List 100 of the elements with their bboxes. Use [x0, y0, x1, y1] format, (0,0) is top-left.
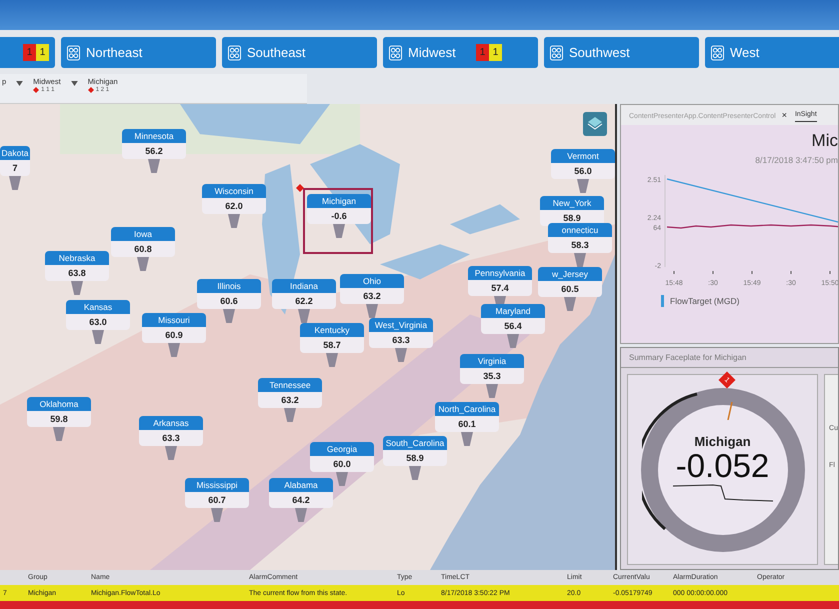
gauge-value: -0.052 — [676, 448, 770, 482]
pin-pointer-icon — [486, 384, 498, 398]
state-name[interactable]: Wisconsin — [202, 184, 266, 198]
alarm-count-badge: 1 — [23, 44, 36, 61]
state-name[interactable]: Indiana — [272, 279, 336, 293]
pin-pointer-icon — [366, 304, 378, 318]
alarm-count-badge: 1 — [476, 44, 489, 61]
gauge-name: Michigan — [694, 434, 751, 448]
state-value: 62.0 — [202, 198, 266, 214]
region-tab[interactable]: Southwest — [544, 37, 699, 68]
caret-icon[interactable] — [70, 81, 78, 86]
state-value: 58.9 — [383, 450, 447, 466]
state-name[interactable]: New_York — [540, 196, 604, 210]
layers-button[interactable] — [583, 112, 607, 136]
pin-pointer-icon — [395, 348, 407, 362]
state-value: 56.0 — [551, 163, 615, 179]
trend-title: Mic — [812, 131, 838, 151]
state-name[interactable]: Missouri — [142, 313, 206, 327]
legend-label: FlowTarget (MGD) — [670, 296, 740, 306]
pin-pointer-icon — [507, 334, 519, 348]
state-name[interactable]: Oklahoma — [27, 397, 91, 411]
state-name[interactable]: Nebraska — [45, 251, 109, 265]
grid-icon — [550, 44, 563, 60]
state-value: 62.2 — [272, 293, 336, 309]
alarm-count-badge: 1 — [36, 44, 49, 61]
state-value: 63.3 — [369, 332, 433, 348]
state-name[interactable]: South_Carolina — [383, 436, 447, 450]
region-tab[interactable]: Midwest 1 1 — [383, 37, 538, 68]
pin-pointer-icon — [336, 472, 348, 486]
state-name[interactable]: Tennessee — [258, 378, 322, 392]
grid-icon — [711, 44, 724, 60]
state-name[interactable]: Alabama — [269, 478, 333, 492]
state-name[interactable]: Vermont — [551, 149, 615, 163]
state-value: 63.2 — [258, 392, 322, 408]
state-value: 64.2 — [269, 492, 333, 508]
pin-pointer-icon — [409, 466, 421, 480]
state-name[interactable]: West_Virginia — [369, 318, 433, 332]
pin-pointer-icon — [577, 179, 589, 193]
state-value: 63.0 — [66, 314, 130, 330]
state-name[interactable]: Kansas — [66, 300, 130, 314]
pin-pointer-icon — [9, 176, 21, 190]
pin-pointer-icon — [53, 427, 65, 441]
state-value: 58.7 — [300, 337, 364, 353]
state-value: 60.8 — [111, 241, 175, 257]
pin-pointer-icon — [165, 446, 177, 460]
state-value: 63.2 — [340, 288, 404, 304]
state-value: 60.5 — [538, 281, 602, 297]
pin-pointer-icon — [333, 224, 345, 238]
alarm-count-badge: 1 — [489, 44, 502, 61]
state-name[interactable]: onnecticu — [548, 223, 612, 237]
region-tab[interactable]: 1 1 — [0, 37, 55, 68]
state-name[interactable]: North_Carolina — [435, 402, 499, 416]
pin-pointer-icon — [295, 508, 307, 522]
needle-icon — [726, 402, 733, 420]
state-name[interactable]: Arkansas — [139, 416, 203, 430]
state-value: 56.4 — [481, 318, 545, 334]
state-name[interactable]: Minnesota — [122, 129, 186, 143]
pin-pointer-icon — [92, 330, 104, 344]
timestamp: 8/17/2018 3:47:50 pm — [755, 155, 838, 165]
pin-pointer-icon — [574, 253, 586, 267]
legend-swatch — [661, 295, 664, 307]
diamond-icon — [88, 87, 94, 93]
state-value: 60.0 — [310, 456, 374, 472]
pin-pointer-icon — [137, 257, 149, 271]
pin-pointer-icon — [168, 343, 180, 357]
region-tab[interactable]: Southeast — [222, 37, 377, 68]
state-name[interactable]: Michigan — [307, 194, 371, 208]
state-value: 7 — [0, 160, 30, 176]
layers-icon — [587, 116, 603, 130]
caret-icon[interactable] — [16, 81, 24, 86]
diamond-icon — [33, 87, 40, 93]
pin-pointer-icon — [326, 353, 338, 367]
state-value: 60.1 — [435, 416, 499, 432]
state-name[interactable]: Kentucky — [300, 323, 364, 337]
grid-icon — [389, 44, 402, 60]
state-name[interactable]: Dakota — [0, 146, 30, 160]
pin-pointer-icon — [461, 432, 473, 446]
state-name[interactable]: Pennsylvania — [468, 266, 532, 280]
state-value: 60.7 — [185, 492, 249, 508]
state-value: 63.8 — [45, 265, 109, 281]
state-value: 60.9 — [142, 327, 206, 343]
pin-pointer-icon — [564, 297, 576, 311]
pin-pointer-icon — [223, 309, 235, 323]
pin-pointer-icon — [298, 309, 310, 323]
region-tab[interactable]: Northeast — [61, 37, 216, 68]
state-name[interactable]: Ohio — [340, 274, 404, 288]
pin-pointer-icon — [148, 159, 160, 173]
state-name[interactable]: Virginia — [460, 354, 524, 368]
state-value: 63.3 — [139, 430, 203, 446]
state-name[interactable]: w_Jersey — [538, 267, 602, 281]
state-name[interactable]: Illinois — [197, 279, 261, 293]
state-name[interactable]: Iowa — [111, 227, 175, 241]
state-name[interactable]: Mississippi — [185, 478, 249, 492]
region-tab[interactable]: West — [705, 37, 839, 68]
state-name[interactable]: Georgia — [310, 442, 374, 456]
grid-icon — [67, 44, 80, 60]
state-name[interactable]: Maryland — [481, 304, 545, 318]
grid-icon — [228, 44, 241, 60]
state-value: 35.3 — [460, 368, 524, 384]
pin-pointer-icon — [228, 214, 240, 228]
